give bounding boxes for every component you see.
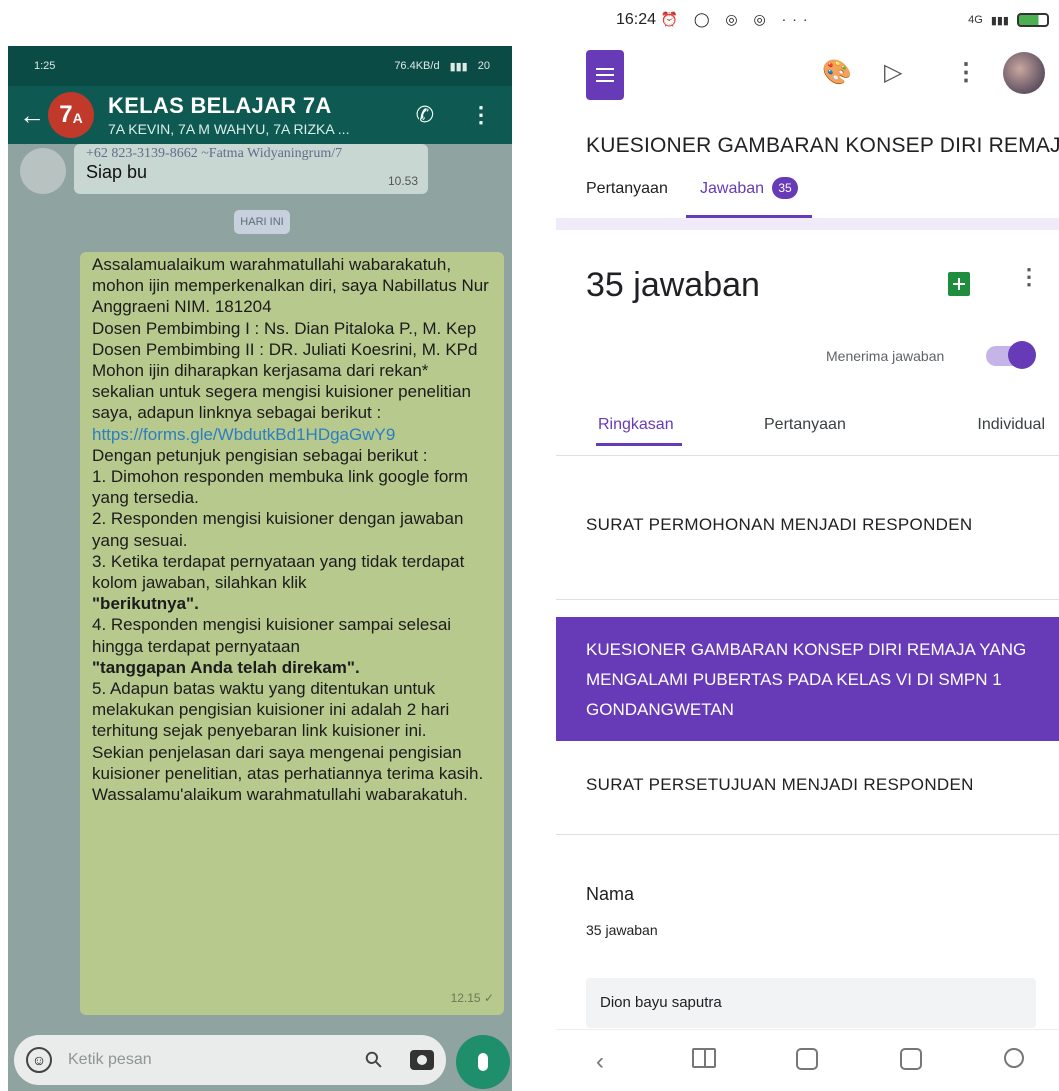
message-placeholder: Ketik pesan [68,1051,152,1068]
form-link[interactable]: https://forms.gle/WbdutkBd1HDgaGwY9 [92,424,492,445]
accepting-responses-toggle[interactable] [986,341,1036,369]
message-line: Dosen Pembimbing II : DR. Juliati Koesri… [92,339,478,359]
message-line: Assalamualaikum warahmatullahi wabarakat… [92,255,489,317]
message-line: 4. Responden mengisi kuisioner sampai se… [92,615,452,656]
battery-icon [1017,13,1049,27]
tabs-divider [556,218,1059,230]
back-chevron-icon[interactable]: ‹ [596,1048,604,1076]
mic-button[interactable] [456,1035,510,1089]
wa-status-time: 1:25 [34,60,56,72]
tab-individual[interactable]: Individual [940,416,1059,456]
message-input[interactable]: ☺ Ketik pesan ⚲ [14,1035,446,1085]
answer-item: Dion bayu saputra [586,978,1036,1028]
message-sender: +62 823-3139-8662 ~Fatma Widyaningrum/7 [86,146,343,161]
gf-status-bar: 16:24 ⏰ ◯ ◎ ◎ ··· 4G ▮▮▮ [556,0,1059,40]
message-line: 3. Ketika terdapat pernyataan yang tidak… [92,551,465,593]
gf-status-time: 16:24 [616,11,657,28]
group-avatar[interactable]: 7A [48,92,94,138]
responses-count-badge: 35 [772,177,799,199]
whatsapp-screen: 1:25 76.4KB/d ▮▮▮ 20 ← 7A KELAS BELAJAR … [8,46,512,1091]
main-tabs: Pertanyaan Jawaban 35 [586,177,1059,218]
profile-avatar[interactable] [1003,52,1045,94]
message-line: 1. Dimohon responden membuka link google… [92,467,469,508]
group-name: KELAS BELAJAR 7A [108,93,332,118]
system-nav-bar: ‹ [556,1029,1059,1091]
forms-toolbar: 🎨 ▷ ⋮ [586,48,1045,102]
responses-count: 35 jawaban [586,266,760,304]
add-call-icon[interactable]: ✆ [416,102,434,128]
palette-icon[interactable]: 🎨 [822,58,852,87]
google-forms-screen: 16:24 ⏰ ◯ ◎ ◎ ··· 4G ▮▮▮ 🎨 ▷ ⋮ KUESIONER… [556,0,1059,1091]
responses-sub-tabs: Ringkasan Pertanyaan Individual [556,416,1059,456]
signal-icon: ▮▮▮ [990,14,1009,27]
message-text: Siap bu [86,162,148,182]
chat-area: +62 823-3139-8662 ~Fatma Widyaningrum/7 … [8,144,512,1029]
more-vert-icon[interactable]: ⋮ [1018,264,1040,290]
sheets-icon[interactable] [948,272,970,296]
day-divider: HARI INI [234,210,290,234]
question-title: Nama [586,884,635,904]
signal-icon: ▮▮▮ [449,60,468,73]
send-icon[interactable]: ▷ [884,58,902,87]
message-line: 5. Adapun batas waktu yang ditentukan un… [92,679,450,741]
group-members: 7A KEVIN, 7A M WAHYU, 7A RIZKA ... [108,121,350,137]
section-header: SURAT PERSETUJUAN MENJADI RESPONDEN [556,741,1059,835]
tab-responses[interactable]: Jawaban 35 [685,177,813,218]
download-icon[interactable] [900,1048,922,1070]
wa-status-speed: 76.4KB/d [394,60,440,72]
bold-text: "berikutnya". [92,594,199,614]
back-arrow-icon[interactable]: ← [16,100,48,131]
tab-summary[interactable]: Ringkasan [556,416,734,456]
book-icon[interactable] [692,1048,716,1068]
message-line: Wassalamu'alaikum warahmatullahi wabarak… [92,785,468,805]
tab-question[interactable]: Pertanyaan [734,416,940,456]
mic-icon [478,1053,488,1071]
responses-card: 35 jawaban ⋮ Menerima jawaban Ringkasan … [556,230,1059,456]
bold-text: "tanggapan Anda telah direkam". [92,657,360,677]
chat-title-area[interactable]: KELAS BELAJAR 7A 7A KEVIN, 7A M WAHYU, 7… [108,93,416,137]
camera-icon[interactable] [410,1050,434,1070]
message-input-bar: ☺ Ketik pesan ⚲ [8,1029,512,1091]
message-line: Dengan petunjuk pengisian sebagai beriku… [92,445,428,465]
forms-logo-icon[interactable] [586,50,624,100]
wa-battery: 20 [477,60,490,72]
network-type: 4G [968,14,983,26]
message-line: Mohon ijin diharapkan kerjasama dari rek… [92,361,471,423]
message-time: 10.53 [387,174,418,188]
question-response-count: 35 jawaban [586,922,658,938]
outgoing-message-bubble[interactable]: Assalamualaikum warahmatullahi wabarakat… [80,252,504,1015]
section-header-highlighted: KUESIONER GAMBARAN KONSEP DIRI REMAJA YA… [556,617,1059,741]
section-header: SURAT PERMOHONAN MENJADI RESPONDEN [556,488,1059,600]
attach-icon[interactable]: ⚲ [359,1045,389,1075]
message-line: Dosen Pembimbing I : Ns. Dian Pitaloka P… [92,318,477,338]
message-line: 2. Responden mengisi kuisioner dengan ja… [92,509,464,550]
sender-avatar [20,148,66,194]
more-options-icon[interactable]: ⋮ [470,102,492,128]
notification-icons: ⏰ ◯ ◎ ◎ ··· [660,11,814,27]
tab-questions[interactable]: Pertanyaan [586,180,700,218]
form-title: KUESIONER GAMBARAN KONSEP DIRI REMAJA YA… [586,134,1059,157]
user-icon[interactable] [1004,1048,1024,1068]
more-vert-icon[interactable]: ⋮ [954,58,978,87]
accepting-responses-label: Menerima jawaban [826,348,945,364]
home-icon[interactable] [796,1048,818,1070]
wa-status-bar: 1:25 76.4KB/d ▮▮▮ 20 [8,46,512,86]
emoji-icon[interactable]: ☺ [26,1047,52,1073]
message-time: 12.15 ✓ [450,990,494,1005]
message-line: Sekian penjelasan dari saya mengenai pen… [92,742,484,783]
chat-header: ← 7A KELAS BELAJAR 7A 7A KEVIN, 7A M WAH… [8,86,512,144]
previous-message-bubble[interactable]: +62 823-3139-8662 ~Fatma Widyaningrum/7 … [74,144,428,194]
